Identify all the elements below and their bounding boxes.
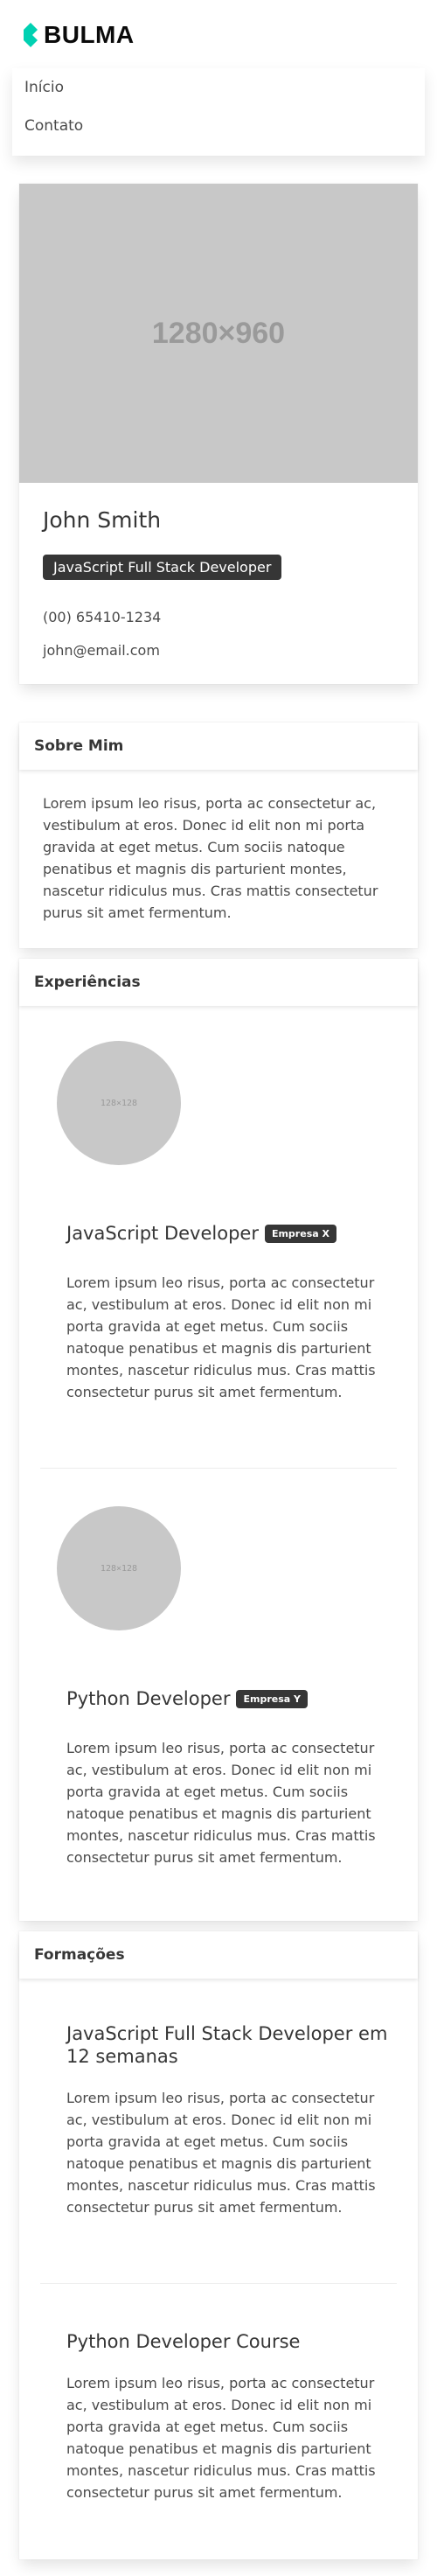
experiences-card-header: Experiências bbox=[19, 959, 418, 1006]
education-card: Formações JavaScript Full Stack Develope… bbox=[19, 1931, 418, 2559]
experience-image: 128×128 bbox=[57, 1506, 181, 1630]
about-text: Lorem ipsum leo risus, porta ac consecte… bbox=[43, 795, 378, 921]
about-card: Sobre Mim Lorem ipsum leo risus, porta a… bbox=[19, 723, 418, 948]
about-card-header: Sobre Mim bbox=[19, 723, 418, 770]
profile-image-placeholder-text: 1280×960 bbox=[151, 316, 286, 350]
experience-company-tag: Empresa Y bbox=[236, 1689, 308, 1708]
navbar: BULMA bbox=[0, 0, 437, 70]
experience-image-placeholder-text: 128×128 bbox=[100, 1098, 138, 1108]
profile-phone: (00) 65410-1234 bbox=[43, 609, 162, 625]
nav-item-inicio[interactable]: Início bbox=[24, 79, 64, 96]
education-divider bbox=[40, 2283, 397, 2284]
experience-company-tag: Empresa X bbox=[264, 1224, 336, 1243]
brand-logo-link[interactable]: BULMA bbox=[23, 23, 135, 47]
brand-name: BULMA bbox=[44, 21, 135, 48]
education-text: Lorem ipsum leo risus, porta ac consecte… bbox=[66, 2090, 376, 2216]
profile-image: 1280×960 bbox=[19, 184, 418, 483]
experience-image: 128×128 bbox=[57, 1041, 181, 1165]
experience-text: Lorem ipsum leo risus, porta ac consecte… bbox=[66, 1740, 376, 1866]
education-card-header: Formações bbox=[19, 1931, 418, 1979]
navbar-menu: Início Contato bbox=[12, 68, 425, 156]
experiences-card: Experiências 128×128 JavaScript Develope… bbox=[19, 959, 418, 1921]
education-text: Lorem ipsum leo risus, porta ac consecte… bbox=[66, 2375, 376, 2501]
experience-title: Python Developer bbox=[66, 1688, 231, 1709]
profile-name: John Smith bbox=[43, 507, 162, 533]
nav-item-contato[interactable]: Contato bbox=[24, 117, 83, 135]
experience-text: Lorem ipsum leo risus, porta ac consecte… bbox=[66, 1274, 376, 1400]
experience-title-row: Python Developer Empresa Y bbox=[66, 1688, 308, 1709]
profile-email: john@email.com bbox=[43, 642, 160, 659]
education-title: JavaScript Full Stack Developer em 12 se… bbox=[66, 2023, 388, 2067]
bulma-logo-icon bbox=[24, 23, 38, 47]
experience-image-placeholder-text: 128×128 bbox=[100, 1563, 138, 1574]
profile-role-tag: JavaScript Full Stack Developer bbox=[43, 555, 282, 580]
experience-title-row: JavaScript Developer Empresa X bbox=[66, 1223, 336, 1244]
experience-divider bbox=[40, 1468, 397, 1469]
profile-card: 1280×960 John Smith JavaScript Full Stac… bbox=[19, 184, 418, 684]
experience-title: JavaScript Developer bbox=[66, 1223, 259, 1244]
education-title: Python Developer Course bbox=[66, 2331, 301, 2352]
